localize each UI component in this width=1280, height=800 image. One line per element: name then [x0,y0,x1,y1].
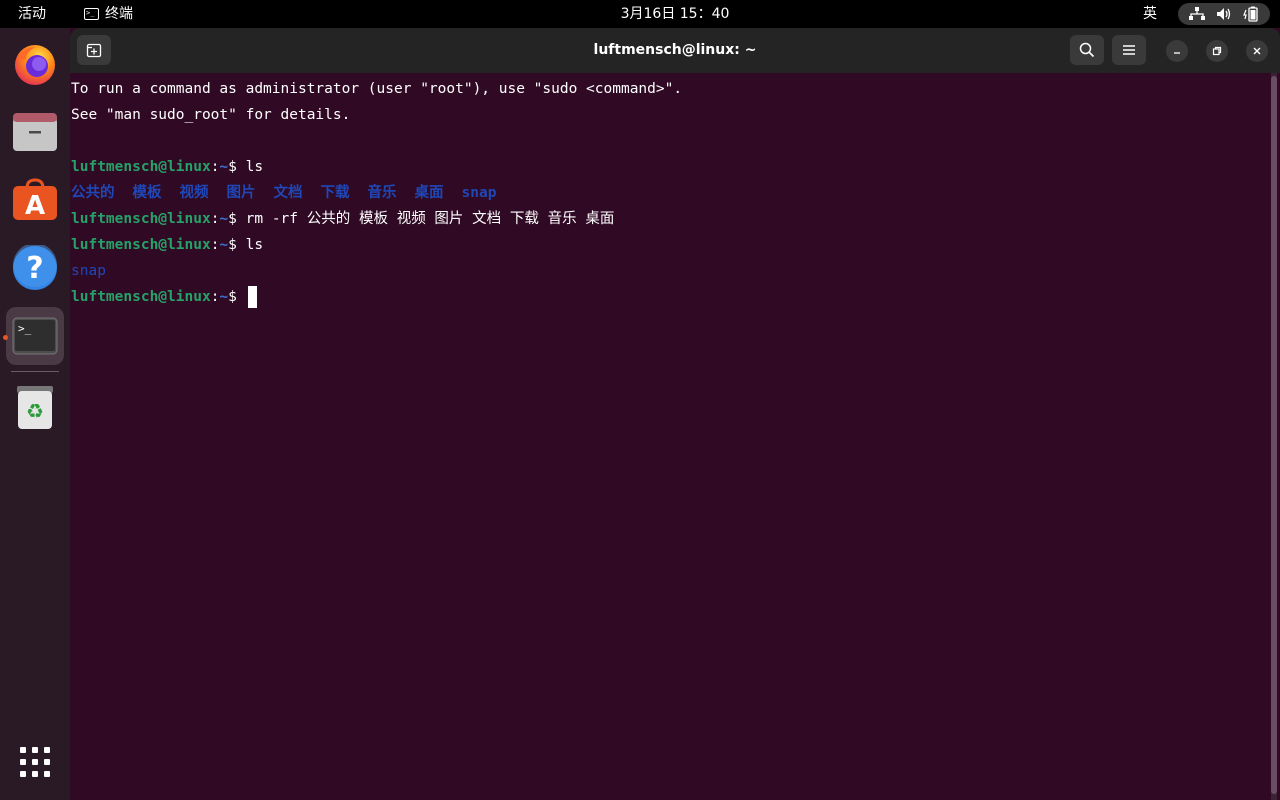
volume-icon [1216,8,1231,20]
dock-item-files[interactable] [6,103,64,161]
dock-item-ubuntu-software[interactable]: A [6,171,64,229]
prompt-user-host: luftmensch@linux [71,211,211,227]
search-button[interactable] [1070,35,1104,65]
search-icon [1079,42,1095,58]
prompt-path: ~ [219,289,229,305]
dock-item-trash[interactable]: ♻ [6,379,64,437]
maximize-button[interactable] [1206,40,1228,62]
minimize-icon [1174,52,1180,54]
system-status-area[interactable] [1178,3,1270,25]
restore-icon [1212,46,1222,56]
files-icon [13,113,57,151]
terminal-icon: >_ [12,317,58,355]
close-icon [1253,47,1261,55]
directory-entry: 桌面 [414,185,444,201]
terminal-output[interactable]: To run a command as administrator (user … [70,73,1270,800]
directory-entry: 视频 [179,185,209,201]
directory-entry: 模板 [132,185,162,201]
active-prompt-line[interactable]: luftmensch@linux:~$ [70,284,1270,310]
prompt-path: ~ [219,237,229,253]
directory-entry: snap [71,263,106,279]
command-line: luftmensch@linux:~$ rm -rf 公共的 模板 视频 图片 … [70,206,1270,232]
dock-item-firefox[interactable] [6,35,64,93]
svg-text:♻: ♻ [26,399,44,423]
running-indicator [3,335,8,340]
directory-entry: 图片 [226,185,256,201]
input-method-indicator[interactable]: 英 [1143,0,1157,28]
header-bar: luftmensch@linux: ~ [70,28,1280,73]
svg-text:?: ? [26,251,43,286]
directory-entry: 公共的 [71,185,115,201]
command-text: ls [245,159,264,175]
command-line: luftmensch@linux:~$ ls [70,232,1270,258]
motd-line: See "man sudo_root" for details. [71,107,351,123]
scrollbar-thumb[interactable] [1271,76,1277,794]
close-button[interactable] [1246,40,1268,62]
svg-text:A: A [25,191,45,221]
prompt-symbol: $ [228,159,246,175]
directory-entry: 下载 [320,185,350,201]
directory-entry: snap [461,185,497,201]
hamburger-menu-icon [1123,45,1135,55]
help-icon: ? [13,245,57,290]
minimize-button[interactable] [1166,40,1188,62]
prompt-path: ~ [219,211,229,227]
battery-icon [1242,6,1258,22]
directory-entry: 音乐 [367,185,397,201]
prompt-user-host: luftmensch@linux [71,237,211,253]
command-line: luftmensch@linux:~$ ls [70,154,1270,180]
dock-separator [11,371,59,372]
directory-entry: 文档 [273,185,303,201]
command-text: rm -rf 公共的 模板 视频 图片 文档 下载 音乐 桌面 [245,211,615,227]
dock-item-help[interactable]: ? [6,239,64,297]
prompt-symbol: $ [228,289,246,305]
command-text: ls [245,237,264,253]
clock[interactable]: 3月16日 15：40 [0,0,1280,28]
firefox-icon [15,45,55,85]
new-tab-button[interactable] [77,35,111,65]
text-cursor [247,286,257,308]
dock-item-terminal[interactable]: >_ [6,307,64,365]
output-line: snap [70,258,1270,284]
prompt-user-host: luftmensch@linux [71,159,211,175]
prompt-path: ~ [219,159,229,175]
ubuntu-software-icon: A [13,178,57,221]
prompt-symbol: $ [228,237,246,253]
top-bar: 活动 >_ 终端 3月16日 15：40 英 [0,0,1280,28]
prompt-symbol: $ [228,211,246,227]
menu-button[interactable] [1112,35,1146,65]
dock: A ? >_ ♻ [0,28,70,800]
output-line: 公共的 模板 视频 图片 文档 下载 音乐 桌面 snap [70,180,1270,206]
motd-line: To run a command as administrator (user … [71,81,683,97]
show-apps-button[interactable] [6,733,64,791]
svg-text:>_: >_ [18,322,32,335]
terminal-window: luftmensch@linux: ~ To run a command as … [70,28,1280,800]
prompt-user-host: luftmensch@linux [71,289,211,305]
network-icon [1189,7,1206,20]
trash-icon: ♻ [17,386,53,429]
new-tab-icon [86,43,102,58]
app-grid-icon [20,747,50,777]
